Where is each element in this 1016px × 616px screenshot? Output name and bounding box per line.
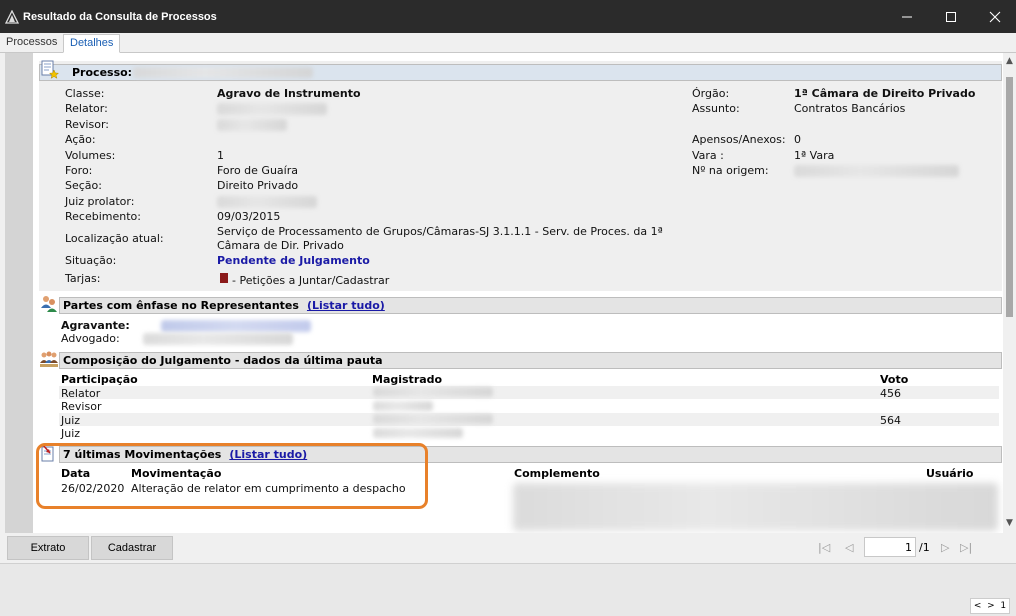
- label-apensos: Apensos/Anexos:: [692, 133, 786, 146]
- label-relator: Relator:: [65, 102, 108, 115]
- bottom-toolbar: Extrato Cadastrar |◁ ◁ 1 /1 ▷ ▷|: [0, 533, 1016, 563]
- last-page-icon[interactable]: ▷|: [960, 541, 972, 554]
- value-vara: 1ª Vara: [794, 149, 835, 162]
- value-secao: Direito Privado: [217, 179, 299, 192]
- value-recebimento: 09/03/2015: [217, 210, 281, 223]
- app-logo-icon: [5, 9, 19, 24]
- prev-page-icon[interactable]: ◁: [845, 541, 853, 554]
- label-advogado: Advogado:: [61, 332, 120, 345]
- minimize-button[interactable]: [884, 0, 930, 33]
- partes-listar-tudo-link[interactable]: (Listar tudo): [307, 299, 385, 312]
- value-volumes: 1: [217, 149, 224, 162]
- composicao-voto-0: 456: [880, 387, 901, 400]
- group-icon: [40, 351, 58, 367]
- value-advogado-redacted: [143, 333, 293, 345]
- status-pager[interactable]: < > 1: [970, 598, 1010, 614]
- scrollbar-thumb[interactable]: [1006, 77, 1013, 317]
- composicao-voto-2: 564: [880, 414, 901, 427]
- value-apensos: 0: [794, 133, 801, 146]
- status-page: 1: [1000, 601, 1007, 611]
- partes-title: Partes com ênfase no Representantes: [63, 299, 299, 312]
- minimize-icon: [902, 16, 912, 17]
- processo-number-redacted: [133, 67, 313, 78]
- document-star-icon: [41, 60, 59, 79]
- people-icon: [41, 296, 57, 312]
- partes-header: Partes com ênfase no Representantes (List…: [59, 297, 1002, 314]
- label-recebimento: Recebimento:: [65, 210, 141, 223]
- vertical-scrollbar[interactable]: ▲ ▼: [1003, 53, 1016, 533]
- label-agravante: Agravante:: [61, 319, 130, 332]
- col-usuario: Usuário: [926, 467, 974, 480]
- label-orgao: Órgão:: [692, 87, 730, 100]
- page-input[interactable]: 1: [864, 537, 916, 557]
- next-page-icon[interactable]: ▷: [941, 541, 949, 554]
- label-classe: Classe:: [65, 87, 105, 100]
- complemento-redacted: [513, 483, 998, 531]
- value-assunto: Contratos Bancários: [794, 102, 906, 115]
- composicao-participacao-1: Revisor: [61, 400, 102, 413]
- value-localizacao-line2: Câmara de Dir. Privado: [217, 239, 344, 252]
- label-juiz-prolator: Juiz prolator:: [65, 195, 135, 208]
- close-button[interactable]: [972, 0, 1016, 33]
- label-numero-origem: Nº na origem:: [692, 164, 769, 177]
- value-localizacao: Serviço de Processamento de Grupos/Câmar…: [217, 225, 663, 238]
- composicao-magistrado-redacted: [373, 387, 493, 397]
- status-prev-icon[interactable]: <: [974, 601, 982, 611]
- label-foro: Foro:: [65, 164, 93, 177]
- page-total: /1: [919, 541, 930, 554]
- close-icon: [989, 11, 1001, 22]
- label-revisor: Revisor:: [65, 118, 109, 131]
- label-situacao: Situação:: [65, 254, 117, 267]
- highlight-annotation: [36, 443, 428, 509]
- composicao-magistrado-redacted: [373, 401, 433, 411]
- window-title: Resultado da Consulta de Processos: [23, 10, 217, 23]
- processo-header-label: Processo:: [72, 66, 133, 79]
- composicao-header: Composição do Julgamento - dados da últi…: [59, 352, 1002, 369]
- label-vara: Vara :: [692, 149, 724, 162]
- composicao-participacao-0: Relator: [61, 387, 101, 400]
- extrato-button[interactable]: Extrato: [7, 536, 89, 560]
- value-numero-origem-redacted: [794, 165, 959, 177]
- value-situacao: Pendente de Julgamento: [217, 254, 370, 267]
- label-acao: Ação:: [65, 133, 96, 146]
- col-magistrado: Magistrado: [372, 373, 443, 386]
- col-participacao: Participação: [61, 373, 138, 386]
- cadastrar-button[interactable]: Cadastrar: [91, 536, 173, 560]
- label-localizacao: Localização atual:: [65, 232, 164, 245]
- tab-strip: Processos Detalhes: [0, 33, 1016, 53]
- table-row: [59, 413, 999, 426]
- tarja-color-swatch: [220, 273, 228, 283]
- value-juiz-prolator-redacted: [217, 196, 317, 208]
- title-bar: Resultado da Consulta de Processos: [0, 0, 1016, 33]
- composicao-magistrado-redacted: [373, 428, 463, 438]
- value-relator-redacted: [217, 103, 327, 115]
- maximize-icon: [946, 11, 956, 22]
- col-voto: Voto: [880, 373, 909, 386]
- scroll-down-icon[interactable]: ▼: [1005, 519, 1014, 528]
- label-assunto: Assunto:: [692, 102, 740, 115]
- value-agravante-redacted: [161, 320, 311, 332]
- composicao-magistrado-redacted: [373, 414, 493, 424]
- value-foro: Foro de Guaíra: [217, 164, 298, 177]
- value-orgao: 1ª Câmara de Direito Privado: [794, 87, 976, 100]
- tab-processos[interactable]: Processos: [0, 34, 63, 53]
- scroll-up-icon[interactable]: ▲: [1005, 57, 1014, 66]
- status-bar: < > 1: [0, 563, 1016, 616]
- value-classe: Agravo de Instrumento: [217, 87, 361, 100]
- label-secao: Seção:: [65, 179, 102, 192]
- composicao-title: Composição do Julgamento - dados da últi…: [63, 354, 383, 367]
- value-revisor-redacted: [217, 119, 287, 131]
- maximize-button[interactable]: [928, 0, 974, 33]
- col-complemento: Complemento: [514, 467, 600, 480]
- tab-detalhes[interactable]: Detalhes: [63, 34, 121, 53]
- label-tarjas: Tarjas:: [65, 272, 101, 285]
- value-tarjas: - Petições a Juntar/Cadastrar: [232, 274, 390, 287]
- label-volumes: Volumes:: [65, 149, 116, 162]
- left-gutter: [5, 53, 33, 533]
- status-next-icon[interactable]: >: [987, 601, 995, 611]
- composicao-participacao-2: Juiz: [61, 414, 81, 427]
- composicao-participacao-3: Juiz: [61, 427, 81, 440]
- table-row: [59, 386, 999, 399]
- first-page-icon[interactable]: |◁: [818, 541, 830, 554]
